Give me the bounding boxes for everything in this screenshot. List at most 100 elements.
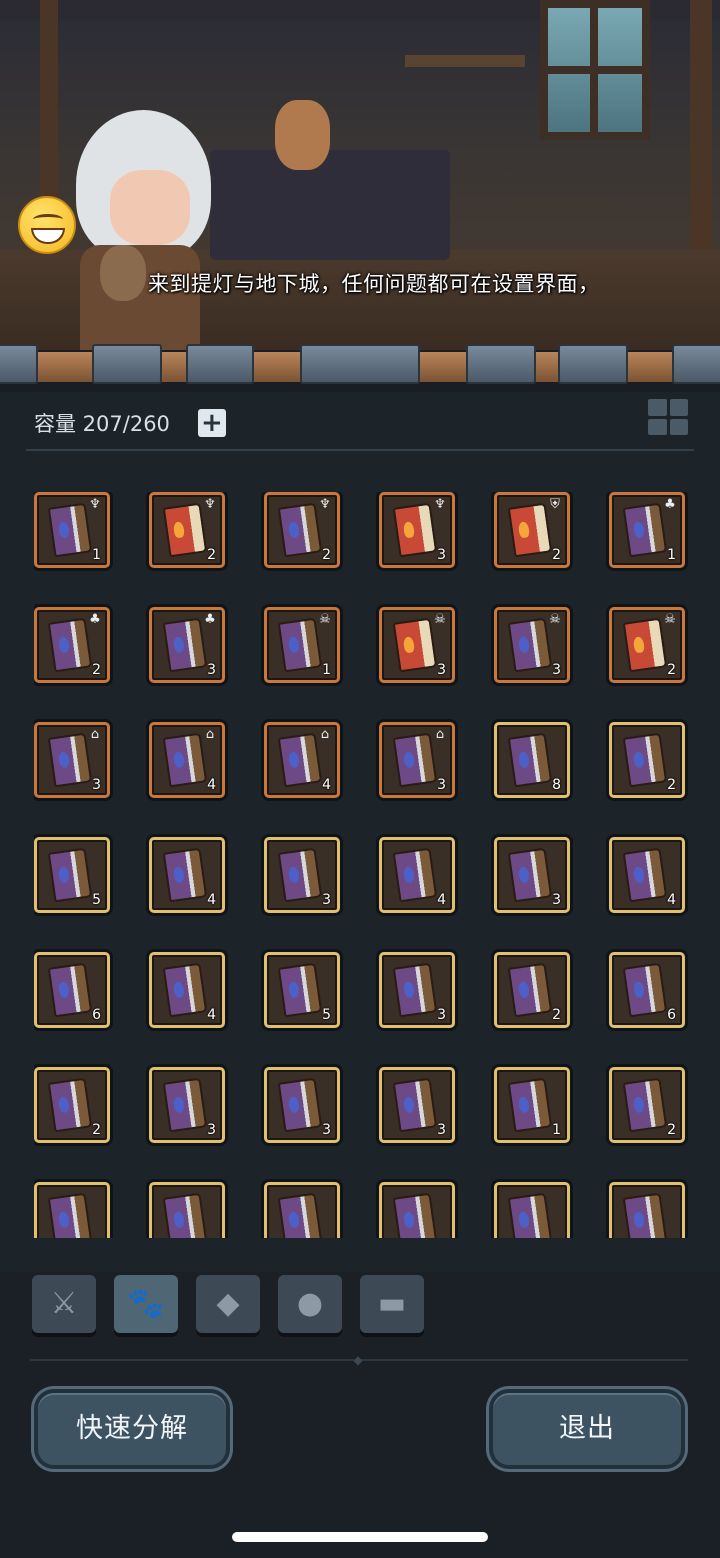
exit-button[interactable]: 退出 [489,1389,685,1469]
tome-icon [507,1077,553,1133]
tome-icon [507,617,553,673]
tome-icon [47,962,93,1018]
inventory-slot[interactable]: 2 [494,952,570,1028]
stone-block [672,344,720,384]
inventory-slot[interactable] [264,1182,340,1238]
dialog-text: 来到提灯与地下城，任何问题都可在设置界面， [148,272,600,296]
tab-weapons[interactable]: ⚔ [32,1275,96,1333]
item-quantity: 6 [92,1007,101,1023]
item-quantity: 2 [667,777,676,793]
item-quantity: 2 [552,1007,561,1023]
inventory-slot[interactable]: 4 [149,952,225,1028]
item-quantity: 3 [322,892,331,908]
tome-icon [47,732,93,788]
item-quantity: 3 [552,892,561,908]
tab-gems[interactable]: ◆ [196,1275,260,1333]
inventory-slot[interactable]: ⌂ 3 [34,722,110,798]
inventory-slot[interactable]: 5 [34,837,110,913]
item-quantity: 3 [207,662,216,678]
inventory-slot[interactable]: 2 [609,1067,685,1143]
item-quantity: 2 [552,547,561,563]
stone-block [558,344,628,384]
inventory-slot[interactable] [494,1182,570,1238]
tome-icon [507,962,553,1018]
inventory-slot[interactable]: ♣ 1 [609,492,685,568]
inventory-slot[interactable]: ⌂ 4 [149,722,225,798]
tome-icon [277,1192,323,1238]
skull-icon: ☠ [549,612,561,627]
item-quantity: 5 [322,1007,331,1023]
inventory-slot[interactable]: 3 [264,1067,340,1143]
inventory-slot[interactable]: ♣ 3 [149,607,225,683]
tome-icon [507,847,553,903]
home-indicator[interactable] [232,1532,488,1542]
inventory-slot[interactable]: ♆ 2 [264,492,340,568]
inventory-slot[interactable] [149,1182,225,1238]
hero-face [110,170,190,245]
item-quantity: 3 [437,777,446,793]
tab-materials[interactable]: ● [278,1275,342,1333]
inventory-slot[interactable] [609,1182,685,1238]
tome-icon [392,1077,438,1133]
inventory-slot[interactable]: ♆ 2 [149,492,225,568]
inventory-slot[interactable]: ☠ 3 [379,607,455,683]
inventory-slot[interactable]: 2 [34,1067,110,1143]
stone-block [92,344,162,384]
inventory-slot[interactable]: 4 [149,837,225,913]
item-quantity: 3 [92,777,101,793]
inventory-slot[interactable]: 8 [494,722,570,798]
tome-icon [162,847,208,903]
battlement [0,340,720,392]
tab-pets[interactable]: 🐾 [114,1275,178,1333]
inventory-slot[interactable]: 4 [379,837,455,913]
inventory-slot[interactable]: ♆ 1 [34,492,110,568]
grin-emoji-icon [18,196,76,254]
red-book-icon [622,617,668,673]
inventory-slot[interactable] [379,1182,455,1238]
inventory-slot[interactable]: 3 [494,837,570,913]
inventory-slot[interactable]: 3 [379,1067,455,1143]
quick-decompose-button[interactable]: 快速分解 [34,1389,230,1469]
inventory-slot[interactable]: ☠ 1 [264,607,340,683]
inventory-slot[interactable]: ♣ 2 [34,607,110,683]
inventory-slot[interactable]: 5 [264,952,340,1028]
inventory-slot[interactable]: 4 [609,837,685,913]
inventory-slot[interactable]: 1 [494,1067,570,1143]
item-quantity: 3 [552,662,561,678]
inventory-slot[interactable]: ⌂ 3 [379,722,455,798]
helmet-icon: ⌂ [90,727,100,742]
inventory-slot[interactable]: 3 [379,952,455,1028]
layout-toggle-button[interactable] [648,399,688,435]
inventory-slot[interactable]: 6 [609,952,685,1028]
red-book-icon [392,617,438,673]
item-quantity: 1 [552,1122,561,1138]
helmet-icon: ⌂ [320,727,330,742]
item-grid[interactable]: ♆ 1 ♆ 2 ♆ 2 ♆ 3 ⛨ 2 ♣ 1 ♣ 2 ♣ 3 ☠ 1 ☠ 3 ☠ 3 ☠ 2 ⌂ 3 ⌂ 4 ⌂ 4 ⌂ 3 8 2 5 4 3 4 3 4… [34,492,694,1238]
inventory-slot[interactable]: ☠ 2 [609,607,685,683]
item-quantity: 5 [92,892,101,908]
grid-icon-cell [669,399,688,416]
expand-capacity-button[interactable]: + [197,409,226,437]
tome-icon [622,502,668,558]
sprout-icon: ♣ [204,612,216,627]
inventory-slot[interactable]: 2 [609,722,685,798]
inventory-slot[interactable]: ⛨ 2 [494,492,570,568]
inventory-slot[interactable]: ⌂ 4 [264,722,340,798]
stone-block [0,344,38,384]
item-quantity: 2 [92,662,101,678]
inventory-slot[interactable]: 3 [264,837,340,913]
sprout-icon: ♣ [89,612,101,627]
item-quantity: 8 [552,777,561,793]
red-book-icon [507,502,553,558]
inventory-slot[interactable]: 3 [149,1067,225,1143]
item-quantity: 3 [207,1122,216,1138]
tome-icon [507,732,553,788]
shelf [405,55,525,67]
inventory-slot[interactable] [34,1182,110,1238]
tab-chests[interactable]: ▬ [360,1275,424,1333]
tome-icon [392,847,438,903]
item-quantity: 3 [437,547,446,563]
inventory-slot[interactable]: ♆ 3 [379,492,455,568]
inventory-slot[interactable]: 6 [34,952,110,1028]
inventory-slot[interactable]: ☠ 3 [494,607,570,683]
